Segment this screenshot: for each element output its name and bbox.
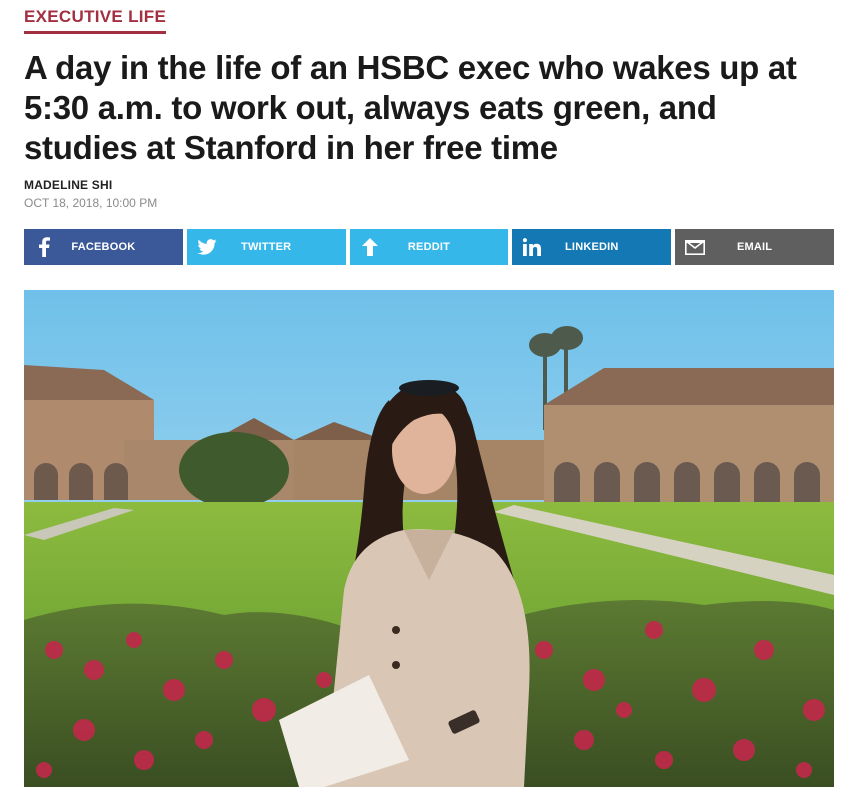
share-linkedin-label: LINKEDIN [565, 241, 619, 253]
share-twitter-label: TWITTER [241, 241, 292, 253]
hero-photo [24, 290, 834, 787]
share-twitter-button[interactable]: TWITTER [186, 229, 346, 265]
share-linkedin-button[interactable]: LINKEDIN [512, 229, 672, 265]
share-email-label: EMAIL [736, 241, 773, 253]
twitter-icon [187, 229, 227, 265]
email-icon [675, 229, 715, 265]
share-facebook-button[interactable]: FACEBOOK [24, 229, 183, 265]
share-facebook-label: FACEBOOK [71, 241, 136, 253]
linkedin-icon [512, 229, 552, 265]
share-reddit-label: REDDIT [407, 241, 451, 253]
reddit-icon [350, 229, 390, 265]
share-reddit-button[interactable]: REDDIT [349, 229, 509, 265]
article-headline: A day in the life of an HSBC exec who wa… [24, 49, 797, 166]
share-bar: FACEBOOK TWITTER REDDIT LINKEDIN EMAIL [24, 229, 834, 265]
publish-timestamp: OCT 18, 2018, 10:00 PM [24, 196, 158, 210]
author-name[interactable]: MADELINE SHI [24, 178, 112, 192]
share-email-button[interactable]: EMAIL [675, 229, 834, 265]
facebook-icon [24, 229, 64, 265]
category-link[interactable]: EXECUTIVE LIFE [24, 6, 167, 34]
